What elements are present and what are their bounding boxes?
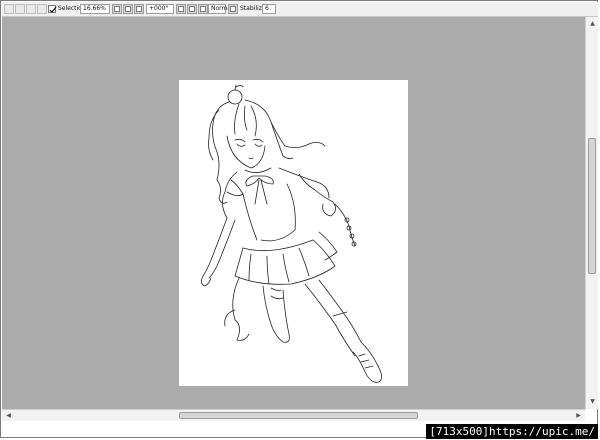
stabilizer-select[interactable]: 6 — [262, 4, 276, 14]
drawing-canvas[interactable] — [179, 80, 408, 386]
zoom-reset-icon[interactable] — [134, 4, 144, 14]
canvas-area[interactable] — [2, 17, 585, 409]
scroll-right-icon[interactable]: ▶ — [573, 410, 584, 421]
vertical-scrollbar[interactable]: ▲ ▼ — [585, 17, 598, 409]
vertical-scroll-thumb[interactable] — [588, 138, 596, 274]
rotation-input[interactable]: +000° — [146, 4, 174, 14]
rotate-left-icon[interactable] — [176, 4, 186, 14]
scroll-up-icon[interactable]: ▲ — [587, 18, 598, 29]
rotate-right-icon[interactable] — [187, 4, 197, 14]
undo-icon[interactable] — [37, 4, 47, 14]
zoom-input[interactable]: 16.66% — [80, 4, 110, 14]
horizontal-scroll-thumb[interactable] — [179, 412, 418, 419]
new-file-icon[interactable] — [4, 4, 14, 14]
flip-icon[interactable] — [228, 4, 238, 14]
zoom-in-icon[interactable] — [112, 4, 122, 14]
scroll-down-icon[interactable]: ▼ — [587, 396, 598, 407]
scroll-left-icon[interactable]: ◀ — [3, 410, 14, 421]
blend-mode-select[interactable]: Normal — [208, 4, 233, 14]
open-file-icon[interactable] — [15, 4, 25, 14]
image-host-watermark: [713x500]https://upic.me/ — [426, 424, 598, 439]
rotate-reset-icon[interactable] — [198, 4, 208, 14]
app-window: Selection 16.66% +000° Normal Stabilizer… — [0, 0, 598, 438]
line-art-drawing — [201, 84, 382, 383]
toolbar: Selection 16.66% +000° Normal Stabilizer… — [2, 2, 598, 17]
zoom-out-icon[interactable] — [123, 4, 133, 14]
save-icon[interactable] — [26, 4, 36, 14]
selection-checkbox[interactable] — [48, 5, 57, 13]
horizontal-scrollbar[interactable]: ◀ ▶ — [2, 409, 585, 421]
